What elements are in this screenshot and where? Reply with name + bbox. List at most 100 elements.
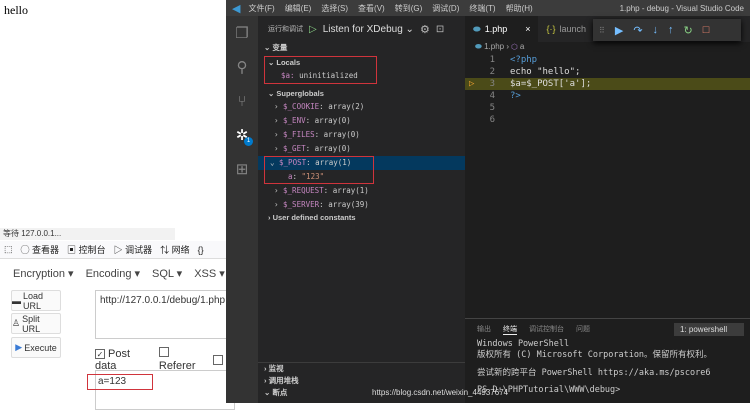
page-body-text: hello <box>4 3 28 17</box>
post-highlight <box>264 156 374 184</box>
menu-debug[interactable]: 调试(D) <box>432 3 459 14</box>
tab-problems[interactable]: 问题 <box>576 324 590 334</box>
search-icon[interactable]: ⚲ <box>226 50 258 84</box>
tab-style[interactable]: {} <box>198 245 204 255</box>
load-icon: ▬ <box>12 295 21 306</box>
menu-encoding[interactable]: Encoding ▾ <box>86 267 140 280</box>
code-area[interactable]: 1 <?php 2 echo "hello"; ▷ 3 $a=$_POST['a']; … <box>465 54 750 126</box>
terminal-select[interactable]: 1: powershell <box>674 322 744 336</box>
tab-1php[interactable]: ⬬ 1.php × <box>465 16 539 42</box>
debug-sidebar: 运行和调试 ▷ Listen for XDebug ⌄ ⚙ ⊡ ⌄ 变量 ⌄ L… <box>258 16 465 403</box>
post-data-checkbox[interactable]: ✓ Post data <box>95 348 153 372</box>
browser-window: hello 等待 127.0.0.1... ⬚ ◯ 查看器 ▣ 控制台 ▷ 调试… <box>0 0 235 410</box>
step-into-icon[interactable]: ↓ <box>653 24 659 36</box>
local-var-a[interactable]: $a: uninitialized <box>265 69 376 83</box>
vscode-logo-icon: ◀ <box>232 2 241 15</box>
stop-icon[interactable]: □ <box>703 24 710 36</box>
locals-group: ⌄ Locals $a: uninitialized <box>264 56 377 84</box>
variables-header[interactable]: ⌄ 变量 <box>258 42 465 54</box>
code-line-2: 2 echo "hello"; <box>489 67 581 77</box>
tab-inspector[interactable]: ◯ 查看器 <box>21 243 60 256</box>
var-cookie[interactable]: › $_COOKIE: array(2) <box>258 100 465 114</box>
tab-debug-console[interactable]: 调试控制台 <box>529 324 564 334</box>
devtools-toolbar: ⬚ ◯ 查看器 ▣ 控制台 ▷ 调试器 ⇅ 网络 {} <box>0 241 226 259</box>
vscode-window: ◀ 文件(F) 编辑(E) 选择(S) 查看(V) 转到(G) 调试(D) 终端… <box>226 0 750 403</box>
options-row: ✓ Post data Referer <box>95 347 226 372</box>
json-icon: {·} <box>546 24 556 34</box>
restart-icon[interactable]: ↻ <box>684 24 693 37</box>
menu-edit[interactable]: 编辑(E) <box>285 3 312 14</box>
var-server[interactable]: › $_SERVER: array(39) <box>258 198 465 212</box>
step-over-icon[interactable]: ↷ <box>633 24 642 37</box>
menu-sql[interactable]: SQL ▾ <box>152 267 182 280</box>
menu-file[interactable]: 文件(F) <box>248 3 274 14</box>
menu-selection[interactable]: 选择(S) <box>321 3 348 14</box>
debug-icon[interactable]: ✲ 1 <box>226 118 258 152</box>
referer-checkbox[interactable]: Referer <box>158 347 207 372</box>
extensions-icon[interactable]: ⊞ <box>226 152 258 186</box>
close-icon[interactable]: × <box>525 24 530 34</box>
tab-console[interactable]: ▣ 控制台 <box>67 243 106 256</box>
editor: ⬬ 1.php × {·} launch ⬬ 1.php › ⬡ a 1 <?php 2… <box>465 16 750 316</box>
tab-launch[interactable]: {·} launch <box>538 16 594 42</box>
var-files[interactable]: › $_FILES: array(0) <box>258 128 465 142</box>
user-constants-header[interactable]: › User defined constants <box>258 212 465 226</box>
activity-bar: ❐ ⚲ ⑂ ✲ 1 ⊞ <box>226 16 258 403</box>
drag-handle-icon[interactable]: ⠿ <box>599 26 605 35</box>
breakpoint-arrow-icon: ▷ <box>469 79 475 89</box>
config-select[interactable]: Listen for XDebug ⌄ <box>323 24 414 35</box>
breadcrumb: ⬬ 1.php › ⬡ a <box>475 42 525 51</box>
menu-encryption[interactable]: Encryption ▾ <box>13 267 74 280</box>
split-url-button[interactable]: ♙ Split URL <box>11 313 61 334</box>
code-line-5: 5 <box>489 103 495 113</box>
continue-icon[interactable]: ▶ <box>615 24 623 37</box>
title-bar: ◀ 文件(F) 编辑(E) 选择(S) 查看(V) 转到(G) 调试(D) 终端… <box>226 0 750 16</box>
explorer-icon[interactable]: ❐ <box>226 16 258 50</box>
var-env[interactable]: › $_ENV: array(0) <box>258 114 465 128</box>
gear-icon[interactable]: ⚙ <box>420 23 430 36</box>
watermark: https://blog.csdn.net/weixin_44937674 <box>372 388 509 397</box>
menu-view[interactable]: 查看(V) <box>358 3 385 14</box>
code-line-4: 4 ?> <box>489 91 521 101</box>
split-icon: ♙ <box>12 318 21 328</box>
step-out-icon[interactable]: ↑ <box>668 24 674 36</box>
code-line-6: 6 <box>489 115 495 125</box>
run-toolbar: 运行和调试 ▷ Listen for XDebug ⌄ ⚙ ⊡ <box>258 16 465 42</box>
debug-badge: 1 <box>244 137 253 146</box>
extra-checkbox[interactable] <box>213 354 223 365</box>
window-title: 1.php - debug - Visual Studio Code <box>619 3 744 13</box>
run-label: 运行和调试 <box>268 26 303 33</box>
post-group: ⌄ $_POST: array(1) <box>258 156 465 184</box>
url-input[interactable]: http://127.0.0.1/debug/1.php <box>95 290 235 339</box>
tab-terminal[interactable]: 终端 <box>503 324 517 335</box>
tab-debugger[interactable]: ▷ 调试器 <box>114 243 153 256</box>
superglobals-list: › $_COOKIE: array(2) › $_ENV: array(0) ›… <box>258 100 465 212</box>
play-icon: ▶ <box>15 342 23 352</box>
console-icon[interactable]: ⊡ <box>436 24 444 35</box>
menu-go[interactable]: 转到(G) <box>395 3 423 14</box>
post-data-value[interactable]: a=123 <box>87 374 153 390</box>
status-bar: 等待 127.0.0.1... <box>0 228 175 240</box>
php-icon: ⬬ <box>473 23 481 34</box>
watch-section[interactable]: › 监视 <box>258 363 465 375</box>
debug-toolbar: ⠿ ▶ ↷ ↓ ↑ ↻ □ <box>593 19 741 41</box>
load-url-button[interactable]: ▬ Load URL <box>11 290 61 311</box>
start-debug-icon[interactable]: ▷ <box>309 24 317 35</box>
code-line-3: ▷ 3 $a=$_POST['a']; <box>465 78 750 90</box>
callstack-section[interactable]: › 调用堆栈 <box>258 375 465 387</box>
menu-xss[interactable]: XSS ▾ <box>194 267 225 280</box>
locals-header[interactable]: ⌄ Locals <box>265 57 376 69</box>
picker-icon[interactable]: ⬚ <box>4 244 13 255</box>
hackbar-menu: Encryption ▾ Encoding ▾ SQL ▾ XSS ▾ <box>0 262 226 284</box>
var-request[interactable]: › $_REQUEST: array(1) <box>258 184 465 198</box>
menu-terminal[interactable]: 终端(T) <box>469 3 495 14</box>
tab-output[interactable]: 输出 <box>477 324 491 334</box>
code-line-1: 1 <?php <box>489 55 538 65</box>
tab-network[interactable]: ⇅ 网络 <box>160 243 190 256</box>
execute-button[interactable]: ▶ Execute <box>11 337 61 358</box>
superglobals-header[interactable]: ⌄ Superglobals <box>258 88 465 100</box>
source-control-icon[interactable]: ⑂ <box>226 84 258 118</box>
var-get[interactable]: › $_GET: array(0) <box>258 142 465 156</box>
menu-help[interactable]: 帮助(H) <box>506 3 533 14</box>
panel-tabs: 输出 终端 调试控制台 问题 1: powershell <box>465 319 750 339</box>
